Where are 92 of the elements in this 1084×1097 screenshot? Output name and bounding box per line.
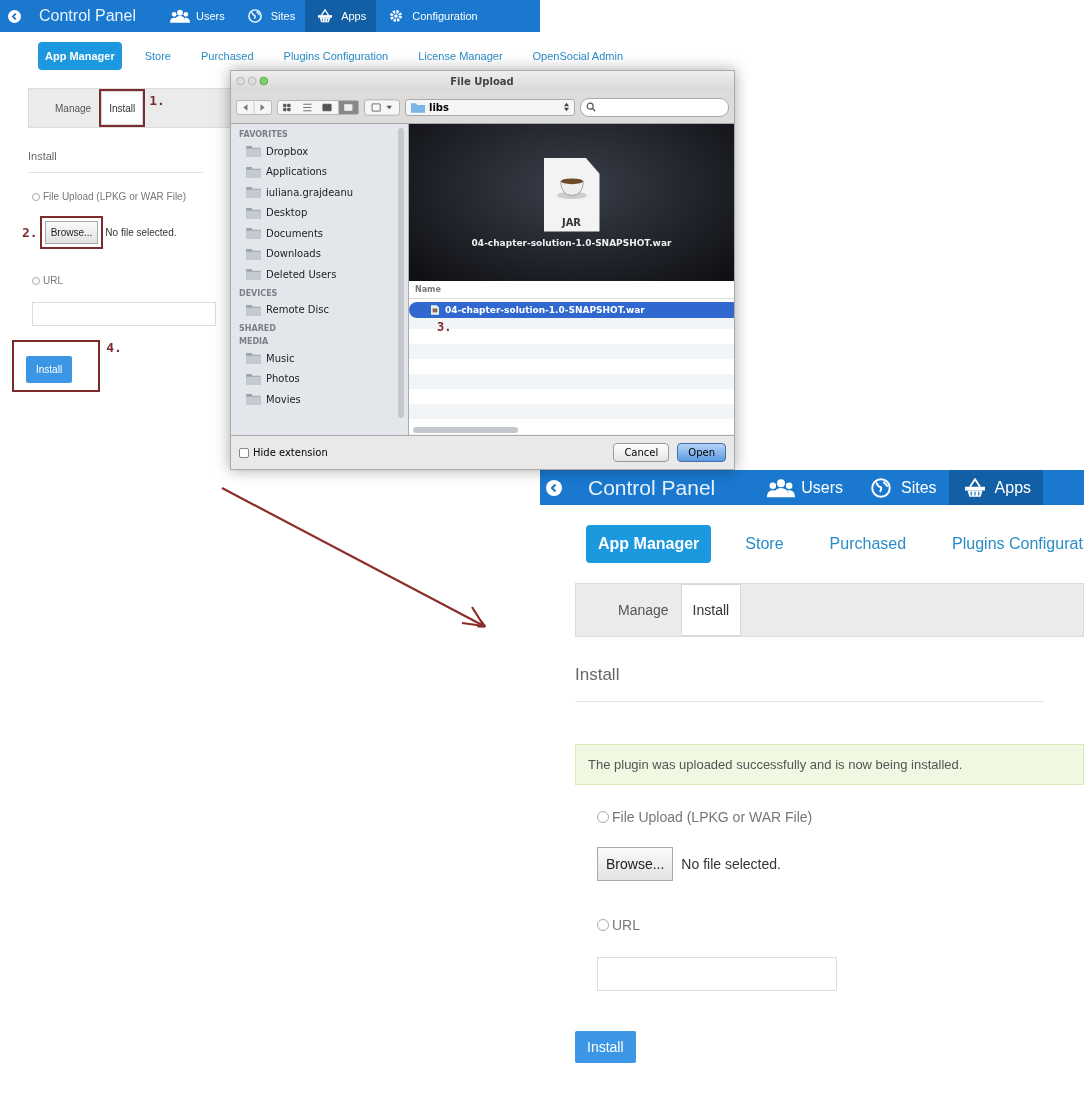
- dialog-button[interactable]: Open: [677, 443, 726, 462]
- folder-dropdown[interactable]: libs: [405, 98, 575, 116]
- folder-icon: [246, 303, 261, 316]
- nav-tab[interactable]: Sites: [855, 470, 949, 505]
- step-number: 4.: [106, 340, 122, 355]
- nav-tab[interactable]: Configuration: [376, 0, 488, 32]
- file-status: No file selected.: [105, 227, 177, 238]
- radio-button[interactable]: [32, 276, 40, 285]
- window-title: File Upload: [449, 75, 515, 87]
- sidebar-item[interactable]: iuliana.grajdeanu: [239, 182, 408, 203]
- folder-icon: [246, 352, 261, 365]
- nav-tab[interactable]: Users: [159, 0, 235, 32]
- folder-icon: [411, 101, 425, 113]
- app-title: Control Panel: [39, 7, 136, 25]
- sidebar-item[interactable]: Documents: [239, 223, 408, 244]
- jar-file-icon: JAR: [543, 157, 600, 232]
- sidebar-item[interactable]: Applications: [239, 161, 408, 182]
- nav-tab[interactable]: Users: [755, 470, 856, 505]
- nav-tab[interactable]: Apps: [948, 470, 1044, 505]
- sidebar-item[interactable]: Deleted Users: [239, 264, 408, 285]
- subtab[interactable]: Manage: [47, 89, 100, 127]
- nav-tab[interactable]: License Manager: [411, 42, 510, 70]
- section-heading: Install: [575, 665, 1044, 702]
- nav-tab[interactable]: Store: [733, 525, 796, 563]
- users-icon: [767, 477, 796, 498]
- file-icon: [431, 305, 439, 315]
- folder-icon: [246, 206, 261, 219]
- nav-tab[interactable]: Plugins Configuration: [276, 42, 396, 70]
- checkbox-label: Hide extension: [253, 447, 328, 458]
- back-forward-icon[interactable]: [236, 98, 272, 116]
- file-name: 04-chapter-solution-1.0-SNAPSHOT.war: [471, 237, 672, 248]
- sidebar-item[interactable]: Downloads: [239, 243, 408, 264]
- subtab[interactable]: Manage: [606, 584, 681, 636]
- nav-tab[interactable]: Store: [137, 42, 178, 70]
- url-field[interactable]: [597, 957, 837, 991]
- subtab[interactable]: Install: [680, 584, 742, 636]
- folder-icon: [246, 247, 261, 260]
- radio-label: URL: [43, 275, 63, 286]
- url-field[interactable]: [32, 302, 216, 326]
- folder-icon: [246, 227, 261, 240]
- arrange-icon[interactable]: [364, 98, 400, 116]
- radio-button[interactable]: [32, 192, 40, 201]
- sidebar-item[interactable]: Desktop: [239, 202, 408, 223]
- browse-button[interactable]: Browse...: [44, 221, 99, 244]
- window-buttons-icon[interactable]: [236, 76, 270, 86]
- radio-button[interactable]: [597, 811, 609, 823]
- stepper-arrows-icon: [564, 102, 569, 112]
- nav-tab[interactable]: Sites: [234, 0, 306, 32]
- view-mode-icon[interactable]: [277, 98, 359, 116]
- nav-tab[interactable]: Plugins Configurat: [940, 525, 1084, 563]
- success-alert: The plugin was uploaded successfully and is now being installed.: [575, 744, 1084, 785]
- folder-icon: [246, 165, 261, 178]
- folder-icon: [246, 372, 261, 385]
- folder-icon: [246, 268, 261, 281]
- sidebar-item[interactable]: Movies: [239, 389, 408, 410]
- folder-icon: [246, 186, 261, 199]
- sidebar-heading: MEDIA: [239, 337, 270, 346]
- sidebar-heading: SHARED: [239, 324, 277, 333]
- folder-icon: [246, 145, 261, 158]
- file-status: No file selected.: [681, 856, 781, 872]
- sidebar-item[interactable]: Music: [239, 348, 408, 369]
- back-icon[interactable]: [8, 9, 21, 23]
- users-icon: [169, 9, 190, 23]
- radio-label: File Upload (LPKG or WAR File): [43, 191, 186, 202]
- radio-label: File Upload (LPKG or WAR File): [612, 809, 813, 825]
- nav-tab[interactable]: OpenSocial Admin: [525, 42, 631, 70]
- step-number: 3.: [436, 320, 453, 334]
- checkbox[interactable]: [239, 447, 249, 458]
- nav-tab[interactable]: Purchased: [817, 525, 919, 563]
- browse-button[interactable]: Browse...: [597, 847, 674, 881]
- search-field[interactable]: [580, 97, 729, 117]
- radio-label: URL: [612, 917, 640, 933]
- section-heading: Install: [28, 150, 203, 173]
- sidebar-heading: FAVORITES: [239, 130, 289, 139]
- sidebar-item[interactable]: Photos: [239, 368, 408, 389]
- radio-button[interactable]: [597, 919, 609, 931]
- app-title: Control Panel: [588, 475, 716, 500]
- subtab[interactable]: Install: [101, 91, 144, 125]
- nav-tab[interactable]: Purchased: [194, 42, 261, 70]
- sidebar-item[interactable]: Remote Disc: [239, 299, 408, 320]
- back-icon[interactable]: [546, 479, 562, 496]
- nav-tab[interactable]: Apps: [305, 0, 377, 32]
- step-number: 1.: [149, 93, 165, 108]
- sidebar-heading: DEVICES: [239, 288, 279, 298]
- folder-icon: [246, 393, 261, 406]
- search-icon: [586, 102, 596, 112]
- scrollbar[interactable]: [413, 427, 518, 433]
- sidebar-item[interactable]: Dropbox: [239, 141, 408, 162]
- step-number: 2.: [22, 225, 38, 240]
- file-row[interactable]: 04-chapter-solution-1.0-SNAPSHOT.war: [409, 302, 734, 318]
- dialog-button[interactable]: Cancel: [613, 443, 670, 462]
- scrollbar[interactable]: [398, 128, 404, 418]
